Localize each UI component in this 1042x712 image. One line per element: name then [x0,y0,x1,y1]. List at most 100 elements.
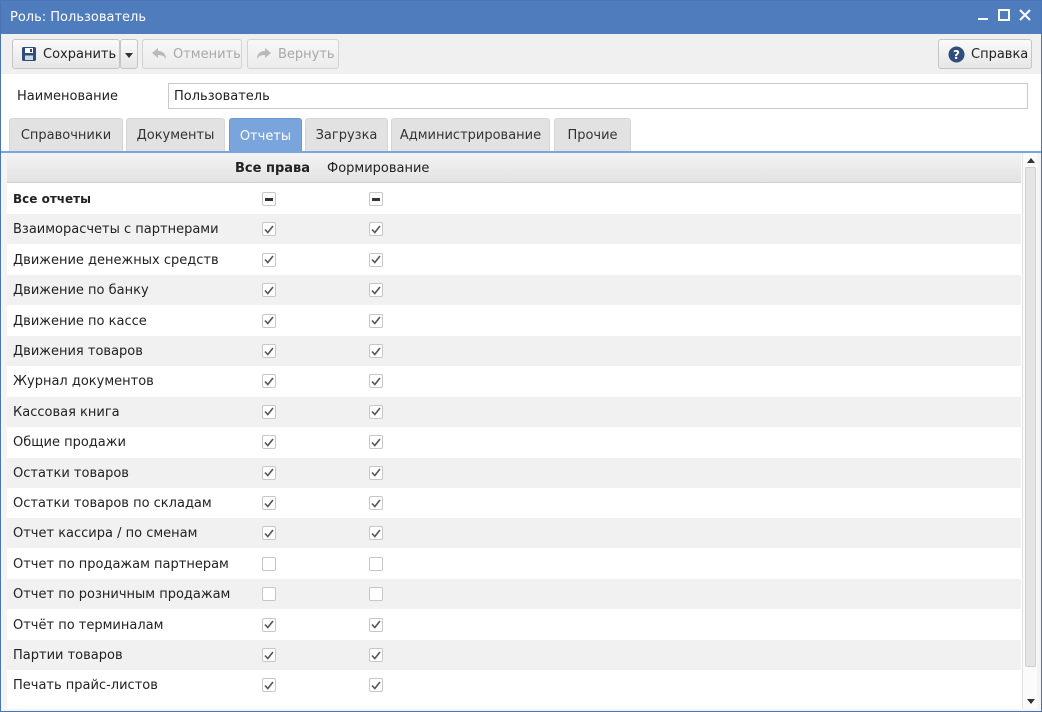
name-row: Наименование [1,74,1041,118]
table-row[interactable]: Движение по кассе [7,306,1021,336]
column-all-rights[interactable]: Все права [235,161,310,176]
table-row[interactable]: Отчет по продажам партнерам [7,549,1021,579]
undo-label: Отменить [173,46,241,62]
all-rights-checkbox[interactable] [262,374,276,389]
all-rights-checkbox[interactable] [262,313,276,328]
generate-checkbox[interactable] [369,526,383,541]
name-input[interactable] [168,83,1028,109]
table-row[interactable]: Остатки товаров по складам [7,488,1021,518]
all-rights-checkbox[interactable] [262,465,276,480]
table-row[interactable]: Движения товаров [7,336,1021,366]
row-label: Взаиморасчеты с партнерами [13,222,219,238]
row-label: Отчет по розничным продажам [13,587,231,603]
row-label: Остатки товаров [13,465,129,481]
tab-label: Отчеты [239,128,292,144]
table-row[interactable]: Отчет по розничным продажам [7,579,1021,610]
all-rights-checkbox[interactable] [262,678,276,693]
table-row[interactable]: Журнал документов [7,366,1021,396]
help-button[interactable]: ? Справка [938,39,1032,69]
tab-label: Документы [136,127,215,143]
row-label: Отчет кассира / по сменам [13,526,198,542]
save-button[interactable]: Сохранить [12,39,120,69]
row-label: Общие продажи [13,435,126,451]
generate-checkbox[interactable] [369,556,383,571]
permissions-grid: Все права Формирование Все отчеты Взаимор… [7,153,1037,709]
tab-label: Загрузка [315,127,378,143]
scroll-down-icon[interactable] [1024,695,1037,707]
undo-arrow-icon [151,47,167,61]
table-row[interactable]: Кассовая книга [7,396,1021,427]
column-generate[interactable]: Формирование [327,161,429,176]
tab-label: Справочники [20,127,112,143]
generate-checkbox[interactable] [369,222,383,237]
generate-checkbox[interactable] [369,435,383,450]
generate-checkbox[interactable] [369,678,383,693]
all-rights-checkbox[interactable] [262,192,276,206]
row-label: Остатки товаров по складам [13,496,212,511]
generate-checkbox[interactable] [369,404,383,419]
tab-directories[interactable]: Справочники [9,118,123,151]
generate-checkbox[interactable] [369,374,383,389]
redo-button[interactable]: Вернуть [247,39,339,69]
all-rights-checkbox[interactable] [262,344,276,358]
tab-import[interactable]: Загрузка [305,118,388,151]
close-icon[interactable] [1016,8,1034,26]
save-label: Сохранить [43,46,117,62]
generate-checkbox[interactable] [369,344,383,358]
all-rights-checkbox[interactable] [262,222,276,237]
all-rights-checkbox[interactable] [262,617,276,632]
undo-button[interactable]: Отменить [142,39,242,69]
row-label: Партии товаров [13,648,123,663]
generate-checkbox[interactable] [369,252,383,267]
grid-header: Все права Формирование [7,153,1021,183]
minimize-icon[interactable] [974,8,992,26]
tab-administration[interactable]: Администрирование [391,118,550,151]
floppy-disk-icon [21,46,37,62]
generate-checkbox[interactable] [369,283,383,298]
all-rights-checkbox[interactable] [262,252,276,267]
table-row-all-reports[interactable]: Все отчеты [7,184,1021,214]
table-row[interactable]: Партии товаров [7,640,1021,670]
tab-other[interactable]: Прочие [554,118,631,151]
table-row[interactable]: Движение по банку [7,275,1021,306]
redo-label: Вернуть [278,46,335,62]
all-rights-checkbox[interactable] [262,526,276,541]
vertical-scrollbar[interactable] [1022,153,1037,709]
generate-checkbox[interactable] [369,313,383,328]
table-row[interactable]: Общие продажи [7,427,1021,457]
generate-checkbox[interactable] [369,192,383,206]
table-row[interactable]: Отчёт по терминалам [7,610,1021,640]
table-row[interactable]: Движение денежных средств [7,245,1021,275]
all-rights-checkbox[interactable] [262,283,276,298]
generate-checkbox[interactable] [369,465,383,480]
all-rights-checkbox[interactable] [262,648,276,662]
maximize-icon[interactable] [995,8,1013,26]
generate-checkbox[interactable] [369,587,383,602]
row-label: Движение денежных средств [13,252,219,268]
title-bar[interactable]: Роль: Пользователь [1,1,1041,34]
row-label: Печать прайс-листов [13,678,158,694]
tab-reports[interactable]: Отчеты [229,118,302,153]
scrollbar-thumb[interactable] [1025,167,1036,667]
all-rights-checkbox[interactable] [262,587,276,602]
all-rights-checkbox[interactable] [262,496,276,510]
scroll-up-icon[interactable] [1024,154,1037,166]
tab-documents[interactable]: Документы [126,118,225,151]
all-rights-checkbox[interactable] [262,556,276,571]
svg-text:?: ? [953,48,960,62]
window-title: Роль: Пользователь [10,10,147,25]
all-rights-checkbox[interactable] [262,404,276,419]
generate-checkbox[interactable] [369,617,383,632]
generate-checkbox[interactable] [369,648,383,662]
table-row[interactable]: Печать прайс-листов [7,670,1021,700]
save-dropdown-button[interactable] [120,39,138,69]
table-row[interactable]: Остатки товаров [7,457,1021,488]
table-row[interactable]: Отчет кассира / по сменам [7,518,1021,549]
generate-checkbox[interactable] [369,496,383,510]
help-icon: ? [948,46,965,63]
help-label: Справка [971,46,1029,62]
tab-label: Администрирование [399,127,542,143]
row-label: Отчёт по терминалам [13,617,164,633]
all-rights-checkbox[interactable] [262,435,276,450]
table-row[interactable]: Взаиморасчеты с партнерами [7,214,1021,245]
